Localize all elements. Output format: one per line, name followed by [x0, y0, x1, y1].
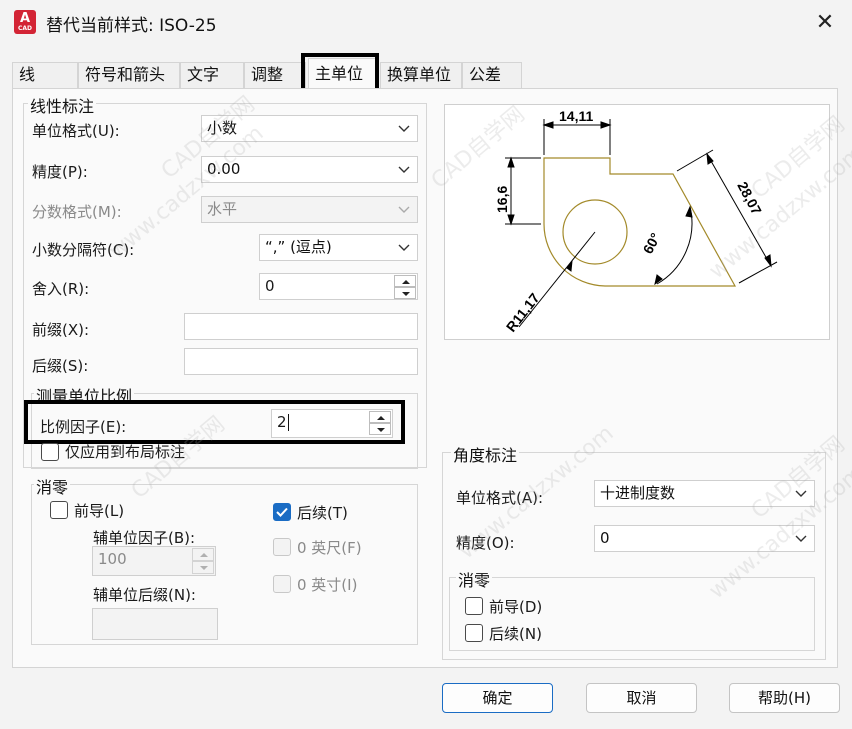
- preview-dimension-lines: [505, 119, 778, 328]
- close-icon[interactable]: ✕: [810, 8, 840, 38]
- tab-highlight-box: [301, 53, 379, 93]
- angular-unit-format-select[interactable]: 十进制度数: [594, 480, 815, 507]
- zero-feet-label: 0 英尺(F): [297, 539, 362, 557]
- tab-symbols-arrows[interactable]: 符号和箭头: [78, 62, 180, 88]
- precision-value: 0.00: [207, 160, 241, 178]
- chevron-down-icon: [397, 116, 411, 141]
- spin-down-icon[interactable]: [192, 561, 214, 574]
- spin-up-icon[interactable]: [394, 275, 416, 287]
- prefix-label: 前缀(X):: [32, 321, 90, 339]
- checkmark-icon: [276, 507, 288, 517]
- trailing-zero-label: 后续(T): [297, 504, 348, 522]
- round-off-input[interactable]: 0: [259, 273, 418, 300]
- ok-button[interactable]: 确定: [442, 683, 553, 713]
- angular-leading-label: 前导(D): [489, 598, 543, 616]
- suffix-label: 后缀(S):: [32, 357, 89, 375]
- preview-geometry: [543, 157, 737, 287]
- preview-drawing: 14,11 16,6 28,07 60° R11,17: [494, 108, 778, 335]
- tab-text[interactable]: 文字: [180, 62, 244, 88]
- suffix-input[interactable]: [184, 348, 418, 375]
- round-off-spinner[interactable]: [394, 275, 416, 300]
- angular-trailing-label: 后续(N): [489, 625, 542, 643]
- trailing-zero-checkbox[interactable]: [273, 503, 291, 521]
- leading-zero-label: 前导(L): [74, 502, 125, 520]
- decimal-separator-select[interactable]: “,” (逗点): [259, 234, 418, 261]
- spin-down-icon[interactable]: [394, 287, 416, 299]
- zero-feet-checkbox[interactable]: [273, 538, 291, 556]
- zero-inches-checkbox[interactable]: [273, 575, 291, 593]
- precision-select[interactable]: 0.00: [201, 156, 418, 183]
- round-off-value: 0: [265, 277, 275, 295]
- prefix-input[interactable]: [184, 313, 418, 340]
- leading-zero-checkbox[interactable]: [50, 501, 68, 519]
- layout-only-checkbox[interactable]: [41, 443, 59, 461]
- window-title: 替代当前样式: ISO-25: [46, 16, 217, 36]
- angular-unit-format-value: 十进制度数: [600, 484, 676, 502]
- layout-only-label: 仅应用到布局标注: [65, 443, 186, 461]
- dim-angle-label: 60°: [640, 230, 664, 256]
- chevron-down-icon: [397, 197, 411, 222]
- angular-unit-format-label: 单位格式(A):: [456, 489, 544, 507]
- zero-suppression-title: 消零: [34, 474, 71, 498]
- zero-inches-label: 0 英寸(I): [297, 576, 358, 594]
- app-logo-icon: A CAD: [14, 10, 36, 34]
- cancel-button[interactable]: 取消: [586, 683, 697, 713]
- chevron-down-icon: [397, 235, 411, 260]
- angular-dimensions-title: 角度标注: [451, 442, 520, 466]
- unit-format-select[interactable]: 小数: [201, 115, 418, 142]
- chevron-down-icon: [794, 526, 808, 551]
- tab-alternate-units[interactable]: 换算单位: [380, 62, 462, 88]
- unit-format-value: 小数: [207, 119, 238, 137]
- angular-precision-select[interactable]: 0: [594, 525, 815, 552]
- help-button[interactable]: 帮助(H): [729, 683, 840, 713]
- sub-unit-suffix-input[interactable]: [92, 608, 218, 640]
- decimal-separator-value: “,” (逗点): [265, 238, 332, 256]
- sub-unit-suffix-label: 辅单位后缀(N):: [93, 586, 196, 604]
- angular-zero-suppression-title: 消零: [456, 567, 493, 591]
- chevron-down-icon: [794, 481, 808, 506]
- chevron-down-icon: [397, 157, 411, 182]
- sub-unit-factor-spinner[interactable]: [192, 548, 214, 575]
- angular-precision-value: 0: [600, 529, 610, 547]
- tab-lines[interactable]: 线: [12, 62, 78, 88]
- tab-tolerances[interactable]: 公差: [462, 62, 522, 88]
- linear-dimensions-title: 线性标注: [28, 93, 97, 117]
- fraction-format-label: 分数格式(M):: [32, 203, 122, 221]
- dim-width-label: 14,11: [559, 108, 593, 124]
- dimension-preview: 14,11 16,6 28,07 60° R11,17: [444, 104, 830, 340]
- sub-unit-factor-input[interactable]: 100: [92, 546, 216, 576]
- sub-unit-factor-label: 辅单位因子(B):: [93, 529, 196, 547]
- tab-fit[interactable]: 调整: [244, 62, 306, 88]
- sub-unit-factor-value: 100: [98, 550, 127, 568]
- fraction-format-select[interactable]: 水平: [201, 196, 418, 223]
- unit-format-label: 单位格式(U):: [32, 122, 120, 140]
- angular-precision-label: 精度(O):: [456, 534, 515, 552]
- dim-height-label: 16,6: [494, 186, 510, 213]
- dim-radius-label: R11,17: [503, 290, 543, 335]
- spin-up-icon[interactable]: [192, 548, 214, 561]
- angular-leading-checkbox[interactable]: [465, 597, 483, 615]
- round-off-label: 舍入(R):: [32, 280, 90, 298]
- precision-label: 精度(P):: [32, 163, 88, 181]
- dim-diagonal-label: 28,07: [734, 179, 765, 218]
- decimal-separator-label: 小数分隔符(C):: [32, 241, 135, 259]
- angular-trailing-checkbox[interactable]: [465, 624, 483, 642]
- scale-factor-highlight-box: [24, 400, 405, 444]
- fraction-format-value: 水平: [207, 200, 238, 218]
